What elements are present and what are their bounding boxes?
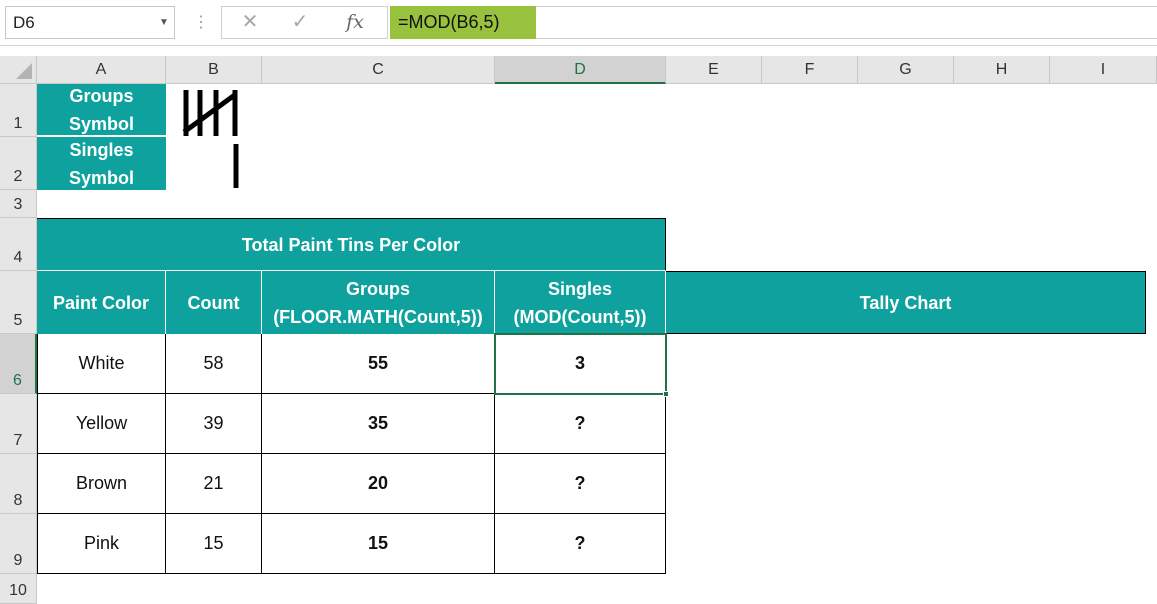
column-header-b[interactable]: B xyxy=(166,56,262,84)
row-header-5[interactable]: 5 xyxy=(0,271,37,334)
column-header-a[interactable]: A xyxy=(37,56,166,84)
chevron-down-icon[interactable]: ▼ xyxy=(154,6,174,39)
name-box[interactable]: D6 xyxy=(5,6,175,39)
row-header-4[interactable]: 4 xyxy=(0,218,37,271)
insert-function-icon[interactable]: fx xyxy=(335,7,375,38)
table-title[interactable]: Total Paint Tins Per Color xyxy=(37,218,666,271)
header-tally-chart[interactable]: Tally Chart xyxy=(666,271,1146,334)
singles-symbol-label[interactable]: Singles Symbol xyxy=(37,137,166,190)
table-cell-color[interactable]: White xyxy=(37,334,166,394)
column-header-d[interactable]: D xyxy=(495,56,666,84)
header-singles-line1: Singles xyxy=(547,278,613,299)
fill-handle[interactable] xyxy=(663,391,669,397)
groups-symbol-label-line1: Groups xyxy=(69,85,134,106)
column-header-e[interactable]: E xyxy=(666,56,762,84)
header-groups[interactable]: Groups (FLOOR.MATH(Count,5)) xyxy=(262,271,495,334)
header-groups-line2: (FLOOR.MATH(Count,5)) xyxy=(273,306,483,327)
header-groups-line1: Groups xyxy=(345,278,410,299)
table-cell-singles[interactable]: ? xyxy=(495,394,666,454)
enter-icon[interactable]: ✓ xyxy=(280,7,320,38)
row-header-7[interactable]: 7 xyxy=(0,394,37,454)
cancel-icon[interactable]: ✕ xyxy=(230,7,270,38)
table-cell-singles[interactable]: ? xyxy=(495,514,666,574)
more-options-icon[interactable]: ⋮ xyxy=(193,6,209,39)
table-cell-groups[interactable]: 15 xyxy=(262,514,495,574)
header-singles-line2: (MOD(Count,5)) xyxy=(513,306,647,327)
column-header-c[interactable]: C xyxy=(262,56,495,84)
row-header-6[interactable]: 6 xyxy=(0,334,37,394)
table-cell-groups[interactable]: 35 xyxy=(262,394,495,454)
singles-symbol-label-line2: Symbol xyxy=(68,167,134,188)
active-cell-outline xyxy=(494,333,667,395)
table-cell-color[interactable]: Brown xyxy=(37,454,166,514)
formula-input[interactable]: =MOD(B6,5) xyxy=(390,6,536,39)
row-header-2[interactable]: 2 xyxy=(0,137,37,190)
table-cell-color[interactable]: Yellow xyxy=(37,394,166,454)
column-header-g[interactable]: G xyxy=(858,56,954,84)
column-header-f[interactable]: F xyxy=(762,56,858,84)
singles-symbol-label-line1: Singles xyxy=(69,139,134,160)
select-all-triangle-icon xyxy=(16,63,32,79)
table-cell-groups[interactable]: 55 xyxy=(262,334,495,394)
formula-input-area[interactable] xyxy=(536,6,1157,39)
column-header-h[interactable]: H xyxy=(954,56,1050,84)
header-paint-color[interactable]: Paint Color xyxy=(37,271,166,334)
table-cell-count[interactable]: 58 xyxy=(166,334,262,394)
tally-five-icon xyxy=(182,90,239,188)
groups-symbol-label[interactable]: Groups Symbol xyxy=(37,84,166,136)
groups-symbol-label-line2: Symbol xyxy=(68,113,134,134)
table-cell-groups[interactable]: 20 xyxy=(262,454,495,514)
table-cell-count[interactable]: 21 xyxy=(166,454,262,514)
table-cell-color[interactable]: Pink xyxy=(37,514,166,574)
row-header-10[interactable]: 10 xyxy=(0,574,37,604)
header-count[interactable]: Count xyxy=(166,271,262,334)
column-header-i[interactable]: I xyxy=(1050,56,1157,84)
row-header-9[interactable]: 9 xyxy=(0,514,37,574)
row-header-3[interactable]: 3 xyxy=(0,190,37,218)
table-cell-count[interactable]: 39 xyxy=(166,394,262,454)
table-cell-count[interactable]: 15 xyxy=(166,514,262,574)
row-header-1[interactable]: 1 xyxy=(0,84,37,137)
table-cell-singles[interactable]: ? xyxy=(495,454,666,514)
formula-buttons: ✕ ✓ fx xyxy=(221,6,388,39)
header-singles[interactable]: Singles (MOD(Count,5)) xyxy=(495,271,666,334)
row-header-8[interactable]: 8 xyxy=(0,454,37,514)
